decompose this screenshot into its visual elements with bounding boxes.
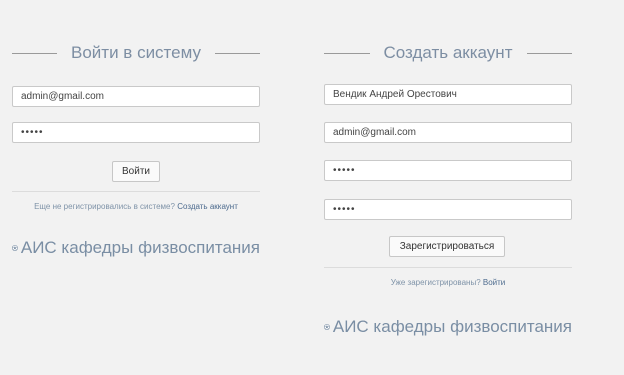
heading-rule-left [324, 52, 370, 54]
login-button[interactable]: Войти [112, 161, 160, 182]
register-email-input[interactable] [324, 122, 572, 143]
soccer-ball-icon [12, 245, 18, 251]
register-password-input[interactable] [324, 160, 572, 181]
brand-title: АИС кафедры физвоспитания [20, 238, 260, 257]
login-heading: Войти в систему [12, 41, 261, 65]
register-separator [324, 267, 572, 268]
login-prompt-text: Еще не регистрировались в системе? [34, 202, 175, 211]
login-link[interactable]: Войти [483, 278, 505, 287]
register-name-input[interactable] [324, 84, 572, 105]
heading-rule-right [526, 52, 573, 54]
register-brand: АИС кафедры физвоспитания [324, 317, 572, 337]
heading-rule-left [12, 52, 58, 54]
register-heading-text: Создать аккаунт [383, 43, 513, 62]
login-email-input[interactable] [12, 86, 260, 107]
login-register-prompt: Еще не регистрировались в системе? Созда… [12, 202, 260, 211]
register-heading: Создать аккаунт [324, 41, 573, 65]
login-password-input[interactable] [12, 122, 260, 143]
heading-rule-right [215, 52, 261, 54]
register-button[interactable]: Зарегистрироваться [389, 236, 505, 257]
register-login-prompt: Уже зарегистрированы? Войти [324, 278, 572, 287]
register-password-confirm-input[interactable] [324, 199, 572, 220]
login-brand: АИС кафедры физвоспитания [12, 238, 260, 258]
brand-title: АИС кафедры физвоспитания [332, 317, 572, 336]
soccer-ball-icon [324, 324, 330, 330]
register-prompt-text: Уже зарегистрированы? [390, 278, 481, 287]
login-heading-text: Войти в систему [71, 43, 201, 62]
login-separator [12, 191, 260, 192]
create-account-link[interactable]: Создать аккаунт [177, 202, 238, 211]
